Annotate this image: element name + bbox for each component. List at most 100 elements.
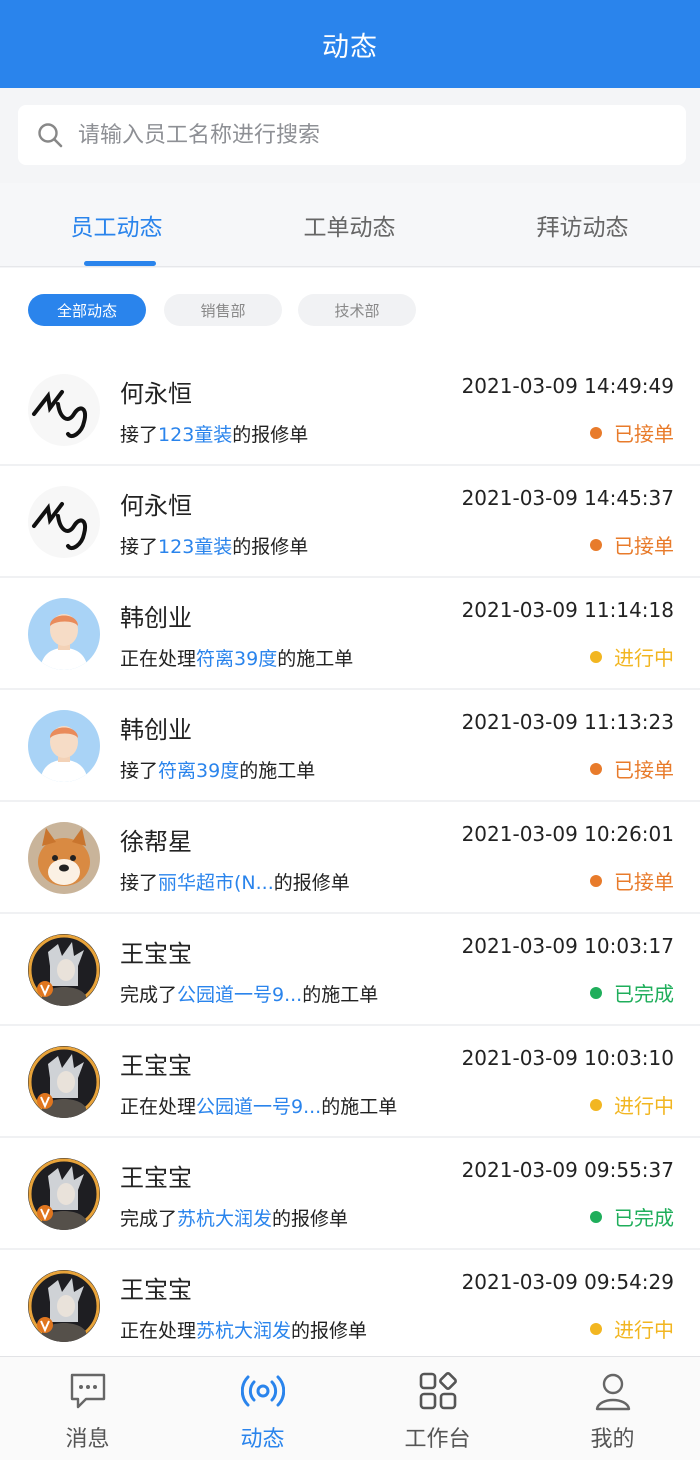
status-dot	[590, 538, 602, 551]
filter-chip-all[interactable]: 全部动态	[28, 294, 146, 326]
employee-name: 何永恒	[120, 380, 192, 408]
avatar-signature	[28, 486, 100, 558]
avatar-default-person	[28, 598, 100, 670]
activity-suffix: 的施工单	[277, 648, 354, 670]
tab-work-order-activity[interactable]: 工单动态	[233, 183, 466, 267]
status-badge: 已接单	[590, 754, 674, 783]
employee-name: 王宝宝	[120, 1052, 192, 1080]
search-icon	[38, 123, 63, 148]
status-label: 已接单	[614, 422, 674, 446]
target-link[interactable]: 123童装	[158, 536, 232, 558]
status-dot	[590, 1210, 602, 1223]
tab-label: 员工动态	[70, 215, 163, 241]
status-badge: 已接单	[590, 530, 674, 559]
activity-description: 接了123童装的报修单	[120, 420, 308, 447]
broadcast-icon	[241, 1375, 285, 1407]
activity-description: 正在处理符离39度的施工单	[120, 644, 353, 671]
timestamp: 2021-03-09 14:49:49	[461, 374, 674, 398]
status-dot	[590, 986, 602, 999]
target-link[interactable]: 苏杭大润发	[177, 1208, 272, 1230]
activity-verb: 完成了	[120, 1208, 178, 1230]
status-label: 已完成	[614, 1206, 674, 1230]
activity-verb: 正在处理	[120, 648, 197, 670]
timestamp: 2021-03-09 10:03:10	[461, 1046, 674, 1070]
search-input[interactable]	[78, 122, 638, 148]
filter-chip-sales[interactable]: 销售部	[164, 294, 282, 326]
status-badge: 已接单	[590, 418, 674, 447]
activity-suffix: 的报修单	[232, 424, 309, 446]
employee-name: 徐帮星	[120, 828, 192, 856]
activity-suffix: 的报修单	[272, 1208, 349, 1230]
apps-grid-icon	[419, 1372, 457, 1410]
filter-chip-tech[interactable]: 技术部	[298, 294, 416, 326]
target-link[interactable]: 符离39度	[196, 648, 277, 670]
tab-active-indicator	[84, 261, 156, 266]
timestamp: 2021-03-09 10:26:01	[461, 822, 674, 846]
status-label: 已接单	[614, 534, 674, 558]
target-link[interactable]: 苏杭大润发	[196, 1320, 291, 1342]
activity-suffix: 的报修单	[291, 1320, 368, 1342]
message-icon	[70, 1373, 106, 1409]
feed-item[interactable]: 王宝宝 2021-03-09 10:03:10 正在处理公园道一号9...的施工…	[0, 1026, 700, 1138]
activity-verb: 正在处理	[120, 1096, 197, 1118]
nav-label: 工作台	[404, 1427, 471, 1452]
target-link[interactable]: 符离39度	[158, 760, 239, 782]
bottom-tab-bar: 消息 动态 工作台 我的	[0, 1356, 700, 1460]
tab-employee-activity[interactable]: 员工动态	[0, 183, 233, 267]
activity-description: 接了123童装的报修单	[120, 532, 308, 559]
activity-verb: 接了	[120, 760, 159, 782]
nav-activity[interactable]: 动态	[175, 1357, 350, 1460]
activity-suffix: 的施工单	[239, 760, 316, 782]
user-icon	[595, 1373, 631, 1411]
feed-item[interactable]: 徐帮星 2021-03-09 10:26:01 接了丽华超市(N...的报修单 …	[0, 802, 700, 914]
employee-name: 何永恒	[120, 492, 192, 520]
activity-feed: 何永恒 2021-03-09 14:49:49 接了123童装的报修单 已接单 …	[0, 354, 700, 1362]
feed-item[interactable]: 王宝宝 2021-03-09 10:03:17 完成了公园道一号9...的施工单…	[0, 914, 700, 1026]
status-badge: 已完成	[590, 1202, 674, 1231]
feed-item[interactable]: 何永恒 2021-03-09 14:49:49 接了123童装的报修单 已接单	[0, 354, 700, 466]
target-link[interactable]: 公园道一号9...	[196, 1096, 321, 1118]
employee-name: 韩创业	[120, 716, 192, 744]
target-link[interactable]: 公园道一号9...	[177, 984, 302, 1006]
status-label: 已接单	[614, 758, 674, 782]
feed-item[interactable]: 何永恒 2021-03-09 14:45:37 接了123童装的报修单 已接单	[0, 466, 700, 578]
nav-messages[interactable]: 消息	[0, 1357, 175, 1460]
app-header: 动态	[0, 0, 700, 88]
status-label: 已接单	[614, 870, 674, 894]
avatar-dog-photo	[28, 822, 100, 894]
status-dot	[590, 874, 602, 887]
activity-description: 接了丽华超市(N...的报修单	[120, 868, 350, 895]
tab-bar: 员工动态 工单动态 拜访动态	[0, 183, 700, 267]
nav-workbench[interactable]: 工作台	[350, 1357, 525, 1460]
tab-visit-activity[interactable]: 拜访动态	[466, 183, 699, 267]
avatar-anime-character	[28, 934, 100, 1006]
avatar-anime-character	[28, 1046, 100, 1118]
timestamp: 2021-03-09 11:14:18	[461, 598, 674, 622]
activity-description: 完成了公园道一号9...的施工单	[120, 980, 378, 1007]
activity-verb: 接了	[120, 424, 159, 446]
status-dot	[590, 1322, 602, 1335]
employee-name: 王宝宝	[120, 940, 192, 968]
feed-item[interactable]: 王宝宝 2021-03-09 09:54:29 正在处理苏杭大润发的报修单 进行…	[0, 1250, 700, 1362]
nav-label: 动态	[240, 1427, 285, 1452]
employee-name: 王宝宝	[120, 1164, 192, 1192]
activity-suffix: 的报修单	[232, 536, 309, 558]
target-link[interactable]: 丽华超市(N...	[158, 872, 274, 894]
avatar-default-person	[28, 710, 100, 782]
status-dot	[590, 762, 602, 775]
timestamp: 2021-03-09 10:03:17	[461, 934, 674, 958]
target-link[interactable]: 123童装	[158, 424, 232, 446]
status-label: 已完成	[614, 982, 674, 1006]
feed-item[interactable]: 韩创业 2021-03-09 11:14:18 正在处理符离39度的施工单 进行…	[0, 578, 700, 690]
activity-description: 正在处理公园道一号9...的施工单	[120, 1092, 397, 1119]
activity-description: 接了符离39度的施工单	[120, 756, 315, 783]
search-box[interactable]	[18, 105, 686, 165]
feed-item[interactable]: 韩创业 2021-03-09 11:13:23 接了符离39度的施工单 已接单	[0, 690, 700, 802]
status-dot	[590, 426, 602, 439]
feed-item[interactable]: 王宝宝 2021-03-09 09:55:37 完成了苏杭大润发的报修单 已完成	[0, 1138, 700, 1250]
activity-description: 正在处理苏杭大润发的报修单	[120, 1316, 367, 1343]
nav-label: 我的	[590, 1427, 635, 1452]
tab-label: 拜访动态	[536, 215, 629, 241]
timestamp: 2021-03-09 14:45:37	[461, 486, 674, 510]
nav-profile[interactable]: 我的	[525, 1357, 700, 1460]
